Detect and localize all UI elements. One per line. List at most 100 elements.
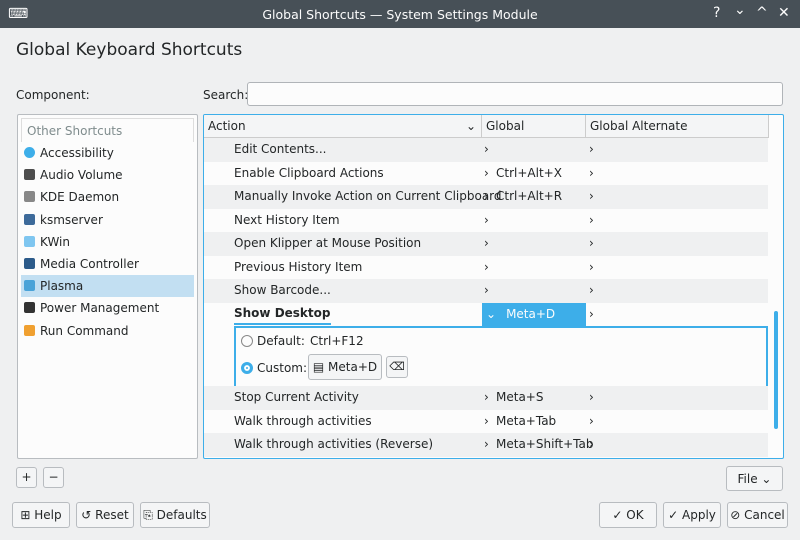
column-header-global-alternate[interactable]: Global Alternate [586,115,769,138]
expand-chevron-icon[interactable]: › [484,232,489,256]
expand-chevron-icon[interactable]: › [589,410,594,434]
page-title: Global Keyboard Shortcuts [16,40,243,60]
column-header-global[interactable]: Global [482,115,586,138]
component-item-label: Run Command [40,323,129,338]
accessibility-icon [24,147,35,158]
title-bar: ⌨ Global Shortcuts — System Settings Mod… [0,0,800,28]
kwin-icon [24,235,35,247]
action-name: Stop Current Activity [234,390,359,404]
expand-chevron-icon[interactable]: › [589,185,594,209]
expand-chevron-icon[interactable]: › [484,279,489,303]
help-button[interactable]: ⊞ Help [12,502,70,528]
shortcut-capture-button[interactable]: ▤ Meta+D [308,354,382,380]
check-icon: ✓ [668,508,679,522]
sort-chevron-icon: ⌄ [465,119,476,133]
table-row[interactable]: Open Klipper at Mouse Position › › [204,232,768,256]
cancel-label: Cancel [744,508,785,522]
component-item[interactable]: Media Controller [21,253,194,275]
component-item-label: Plasma [40,279,84,294]
defaults-label: Defaults [156,508,207,522]
expand-chevron-icon[interactable]: › [484,138,489,162]
maximize-button[interactable]: ^ [756,5,768,21]
table-row[interactable]: Walk through activities › Meta+Tab › [204,410,768,434]
table-row[interactable]: Previous History Item › › [204,256,768,280]
expand-chevron-icon[interactable]: › [589,232,594,256]
expand-chevron-icon[interactable]: › [589,209,594,233]
table-row[interactable]: Walk through activities (Reverse) › Meta+S… [204,433,768,457]
clear-shortcut-button[interactable]: ⌫ [386,356,408,378]
default-radio[interactable] [241,335,253,347]
table-row[interactable]: Next History Item › › [204,209,768,233]
component-item-label: KWin [40,234,70,249]
custom-radio[interactable] [241,362,253,374]
component-item[interactable]: Accessibility [21,142,194,164]
action-name: Show Barcode... [234,283,331,297]
table-row[interactable]: Enable Clipboard Actions › Ctrl+Alt+X › [204,162,768,186]
global-shortcut-selected[interactable]: ⌄ Meta+D [482,302,586,326]
reset-button[interactable]: ↺ Reset [76,502,134,528]
component-list: Other Shortcuts Accessibility Audio Volum… [17,114,198,459]
shortcut-editor: Default: Ctrl+F12 Custom: ▤ Meta+D ⌫ [234,326,768,386]
table-row[interactable]: Edit Contents... › › [204,138,768,162]
table-row[interactable]: Show Barcode... › › [204,279,768,303]
check-icon: ✓ [612,508,623,522]
search-input[interactable] [247,82,783,106]
component-item[interactable]: Audio Volume [21,164,194,186]
component-item[interactable]: ksmserver [21,209,194,231]
expand-chevron-icon[interactable]: › [484,162,489,186]
component-item[interactable]: Power Management [21,297,194,319]
component-item-label: Power Management [40,301,160,316]
keyboard-icon: ▤ [312,360,325,374]
table-row[interactable]: Stop Current Activity › Meta+S › [204,386,768,410]
power-management-icon [24,302,35,314]
backspace-icon: ⌫ [389,360,405,373]
column-header-action[interactable]: Action ⌄ [204,115,482,138]
action-name: Manually Invoke Action on Current Clipbo… [234,189,502,203]
expand-chevron-icon[interactable]: › [589,279,594,303]
scrollbar[interactable] [774,311,778,429]
cancel-button[interactable]: ⊘ Cancel [727,502,788,528]
expand-chevron-icon[interactable]: › [484,256,489,280]
defaults-button[interactable]: ⎘ Defaults [140,502,210,528]
expand-chevron-icon[interactable]: › [484,410,489,434]
table-row[interactable]: Manually Invoke Action on Current Clipbo… [204,185,768,209]
expand-chevron-icon[interactable]: › [484,185,489,209]
run-command-icon [24,324,35,336]
component-item[interactable]: Plasma [21,275,194,298]
dropdown-arrow-icon: ⌄ [761,472,772,486]
minimize-button[interactable]: ⌄ [734,2,746,18]
expand-chevron-icon[interactable]: › [589,256,594,280]
expand-chevron-icon[interactable]: › [484,433,489,457]
close-button[interactable]: ✕ [778,5,790,21]
help-window-button[interactable]: ? [713,5,720,21]
component-item[interactable]: Run Command [21,320,194,342]
kde-daemon-icon [24,191,35,203]
component-item[interactable]: KDE Daemon [21,186,194,208]
table-row-expanded[interactable]: Show Desktop ⌄ Meta+D › [204,302,768,327]
expand-chevron-icon[interactable]: › [589,303,594,327]
component-item[interactable]: KWin [21,231,194,253]
action-name: Next History Item [234,212,340,227]
component-item-label: Audio Volume [40,168,123,183]
remove-button[interactable]: − [43,467,64,488]
expand-chevron-icon[interactable]: › [484,209,489,233]
action-name: Walk through activities [234,413,372,428]
shortcuts-table: Action ⌄ Global Global Alternate Edit Con… [203,114,784,459]
expand-chevron-icon[interactable]: › [589,138,594,162]
file-button[interactable]: File ⌄ [726,466,783,491]
default-label: Default: [257,334,305,348]
ok-button[interactable]: ✓ OK [599,502,657,528]
apply-button[interactable]: ✓ Apply [663,502,721,528]
expand-chevron-icon[interactable]: › [484,386,489,410]
collapse-chevron-icon: ⌄ [486,306,497,321]
expand-chevron-icon[interactable]: › [589,433,594,457]
add-button[interactable]: + [16,467,37,488]
column-label: Action [208,119,246,133]
other-shortcuts-header[interactable]: Other Shortcuts [21,118,194,142]
custom-label: Custom: [257,361,308,375]
default-value: Ctrl+F12 [310,334,364,348]
expand-chevron-icon[interactable]: › [589,386,594,410]
audio-volume-icon [24,169,35,181]
component-item-label: Media Controller [40,257,139,271]
expand-chevron-icon[interactable]: › [589,162,594,186]
